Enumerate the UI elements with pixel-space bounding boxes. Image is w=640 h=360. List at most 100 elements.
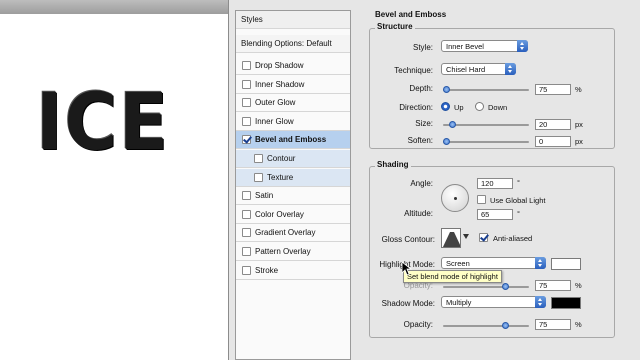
style-item[interactable]: Stroke bbox=[236, 262, 350, 280]
style-item-label: Color Overlay bbox=[255, 209, 304, 219]
bevel-section-title: Bevel and Emboss bbox=[375, 10, 447, 19]
altitude-field[interactable]: 65 bbox=[477, 209, 513, 220]
style-item-checkbox[interactable] bbox=[242, 265, 251, 275]
style-item-checkbox[interactable] bbox=[242, 116, 251, 126]
direction-down-radio[interactable] bbox=[475, 102, 484, 111]
style-item-label: Inner Glow bbox=[255, 116, 294, 126]
highlight-opacity-unit: % bbox=[575, 281, 582, 290]
shadow-mode-popup[interactable]: Multiply bbox=[441, 296, 546, 308]
shadow-opacity-field[interactable]: 75 bbox=[535, 319, 571, 330]
soften-field[interactable]: 0 bbox=[535, 136, 571, 147]
angle-dial[interactable] bbox=[441, 184, 469, 212]
highlight-mode-popup[interactable]: Screen bbox=[441, 257, 546, 269]
style-item-label: Texture bbox=[267, 172, 294, 182]
style-item-checkbox[interactable] bbox=[242, 228, 251, 238]
bevel-emboss-panel: Bevel and Emboss Structure Style: Inner … bbox=[363, 0, 640, 360]
highlight-mode-value: Screen bbox=[446, 258, 470, 268]
depth-slider[interactable] bbox=[443, 86, 529, 93]
shadow-opacity-label: Opacity: bbox=[403, 320, 433, 329]
style-item-checkbox[interactable] bbox=[254, 172, 263, 182]
soften-slider-knob[interactable] bbox=[443, 138, 450, 145]
shadow-opacity-knob[interactable] bbox=[502, 322, 509, 329]
popup-arrow-icon bbox=[535, 296, 546, 308]
technique-popup[interactable]: Chisel Hard bbox=[441, 63, 516, 75]
style-item-label: Stroke bbox=[255, 265, 279, 275]
style-item-label: Outer Glow bbox=[255, 98, 296, 108]
style-item-checkbox[interactable] bbox=[242, 209, 251, 219]
styles-list: Styles Blending Options: Default Drop Sh… bbox=[235, 10, 351, 360]
artwork-text: ICE bbox=[36, 78, 170, 168]
shading-title: Shading bbox=[375, 160, 411, 169]
style-item-label: Bevel and Emboss bbox=[255, 135, 327, 145]
highlight-mode-label: Highlight Mode: bbox=[379, 260, 435, 269]
shadow-color-swatch[interactable] bbox=[551, 297, 581, 309]
direction-down-label: Down bbox=[488, 103, 508, 112]
soften-unit: px bbox=[575, 137, 583, 146]
structure-title: Structure bbox=[375, 22, 415, 31]
altitude-unit: ° bbox=[517, 209, 520, 218]
canvas-top-bar bbox=[0, 0, 232, 14]
use-global-light-label: Use Global Light bbox=[490, 196, 546, 205]
style-item[interactable]: Satin bbox=[236, 187, 350, 206]
shadow-opacity-slider[interactable] bbox=[443, 322, 529, 329]
style-item-checkbox[interactable] bbox=[254, 154, 263, 163]
style-item-label: Inner Shadow bbox=[255, 79, 305, 89]
style-item[interactable]: Inner Shadow bbox=[236, 76, 350, 94]
style-item[interactable]: Bevel and Emboss bbox=[236, 131, 350, 150]
style-item-checkbox[interactable] bbox=[242, 191, 251, 201]
style-item[interactable]: Contour bbox=[236, 150, 350, 168]
direction-label: Direction: bbox=[399, 103, 433, 112]
style-item-checkbox[interactable] bbox=[242, 135, 251, 145]
size-field[interactable]: 20 bbox=[535, 119, 571, 130]
style-item[interactable]: Outer Glow bbox=[236, 94, 350, 113]
style-item-checkbox[interactable] bbox=[242, 61, 251, 70]
direction-up-radio[interactable] bbox=[441, 102, 450, 111]
blending-options-item[interactable]: Blending Options: Default bbox=[236, 35, 350, 53]
style-item[interactable]: Inner Glow bbox=[236, 113, 350, 131]
style-item[interactable]: Gradient Overlay bbox=[236, 224, 350, 243]
technique-popup-value: Chisel Hard bbox=[446, 64, 486, 74]
popup-arrow-icon bbox=[517, 40, 528, 52]
anti-aliased-label: Anti-aliased bbox=[493, 234, 533, 243]
style-item-label: Pattern Overlay bbox=[255, 247, 311, 256]
style-popup-value: Inner Bevel bbox=[446, 41, 484, 51]
style-item-checkbox[interactable] bbox=[242, 79, 251, 89]
popup-arrow-icon bbox=[535, 257, 546, 269]
depth-field[interactable]: 75 bbox=[535, 84, 571, 95]
contour-curve-icon bbox=[442, 232, 460, 247]
use-global-light-checkbox[interactable] bbox=[477, 195, 486, 204]
style-item[interactable]: Texture bbox=[236, 168, 350, 187]
shadow-opacity-unit: % bbox=[575, 320, 582, 329]
style-item-checkbox[interactable] bbox=[242, 98, 251, 108]
layer-style-dialog: Styles Blending Options: Default Drop Sh… bbox=[228, 0, 640, 360]
styles-header[interactable]: Styles bbox=[236, 11, 350, 29]
style-label: Style: bbox=[412, 43, 433, 52]
angle-label: Angle: bbox=[410, 179, 433, 188]
soften-slider[interactable] bbox=[443, 138, 529, 145]
style-item[interactable]: Drop Shadow bbox=[236, 57, 350, 75]
style-item[interactable]: Color Overlay bbox=[236, 206, 350, 224]
anti-aliased-checkbox[interactable] bbox=[479, 233, 488, 242]
angle-field[interactable]: 120 bbox=[477, 178, 513, 189]
depth-unit: % bbox=[575, 85, 582, 94]
style-popup[interactable]: Inner Bevel bbox=[441, 40, 528, 52]
highlight-opacity-field[interactable]: 75 bbox=[535, 280, 571, 291]
mouse-pointer-icon bbox=[402, 262, 412, 276]
technique-label: Technique: bbox=[394, 66, 433, 75]
highlight-color-swatch[interactable] bbox=[551, 258, 581, 270]
depth-slider-knob[interactable] bbox=[443, 86, 450, 93]
angle-unit: ° bbox=[517, 178, 520, 187]
size-slider[interactable] bbox=[443, 121, 529, 128]
shadow-mode-value: Multiply bbox=[446, 297, 472, 307]
gloss-contour-thumbnail[interactable] bbox=[441, 228, 461, 248]
highlight-mode-tooltip: Set blend mode of highlight bbox=[403, 270, 502, 283]
contour-dropdown-icon[interactable] bbox=[463, 234, 469, 239]
highlight-opacity-slider[interactable] bbox=[443, 283, 529, 290]
size-slider-knob[interactable] bbox=[449, 121, 456, 128]
style-item-label: Satin bbox=[255, 191, 274, 201]
depth-label: Depth: bbox=[409, 84, 433, 93]
style-item-checkbox[interactable] bbox=[242, 247, 251, 256]
highlight-opacity-knob[interactable] bbox=[502, 283, 509, 290]
size-unit: px bbox=[575, 120, 583, 129]
style-item[interactable]: Pattern Overlay bbox=[236, 243, 350, 261]
